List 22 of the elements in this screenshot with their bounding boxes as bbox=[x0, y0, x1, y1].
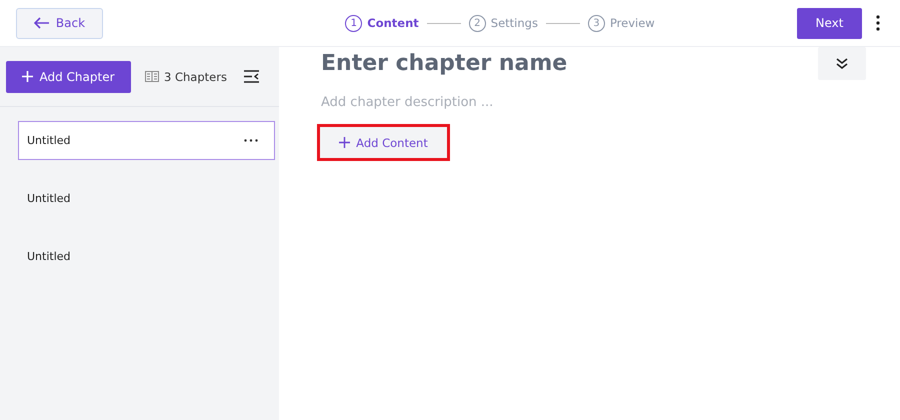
chapter-item[interactable]: Untitled bbox=[18, 237, 275, 276]
more-options-icon[interactable] bbox=[244, 139, 258, 142]
chapter-count: 3 Chapters bbox=[164, 70, 228, 84]
add-content-button[interactable]: Add Content bbox=[320, 127, 447, 158]
back-button[interactable]: Back bbox=[16, 8, 103, 38]
step-tab[interactable]: 1 Content bbox=[345, 14, 419, 32]
chapter-name-field[interactable]: Enter chapter name bbox=[321, 51, 721, 76]
double-chevron-down-icon bbox=[836, 58, 848, 70]
plus-icon bbox=[339, 137, 350, 148]
add-chapter-button[interactable]: Add Chapter bbox=[6, 60, 131, 92]
step-tab[interactable]: 3 Preview bbox=[588, 14, 655, 32]
collapse-menu-icon[interactable] bbox=[244, 70, 259, 83]
plus-icon bbox=[22, 71, 34, 82]
chapter-item[interactable]: Untitled bbox=[18, 121, 275, 160]
step-tab[interactable]: 2 Settings bbox=[468, 14, 538, 32]
arrow-left-icon bbox=[34, 17, 50, 29]
chapter-item[interactable]: Untitled bbox=[18, 179, 275, 218]
book-icon bbox=[145, 71, 159, 82]
next-button[interactable]: Next bbox=[797, 8, 862, 38]
chapter-description-field[interactable]: Add chapter description ... bbox=[321, 95, 721, 110]
more-options-icon[interactable] bbox=[876, 15, 880, 31]
expand-button[interactable] bbox=[818, 47, 866, 80]
